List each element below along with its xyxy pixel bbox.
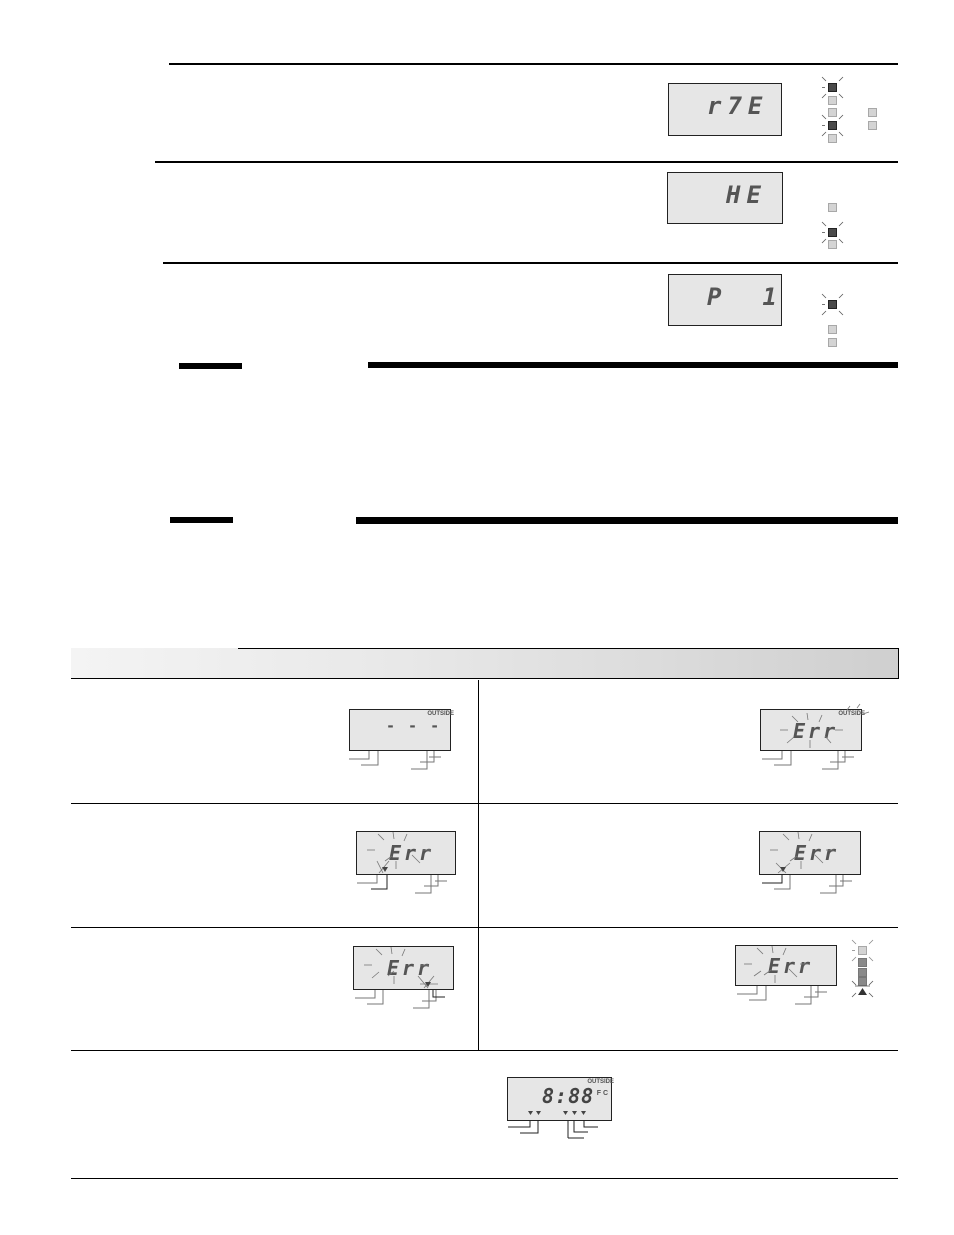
flash-rays-icon [780,703,870,748]
heading-bar-short-2 [170,517,233,523]
flash-rays-icon [821,114,844,137]
table-header-topline [238,648,899,649]
lcd-text: HE [726,181,767,209]
pointer-lines-icon [357,875,447,894]
pointer-lines-icon [355,990,445,1009]
led-indicator [828,240,837,249]
heading-bar-long-1 [368,362,898,368]
lcd-display-row-2: HE [667,172,783,224]
lcd-text: - - - [386,717,442,735]
flash-rays-icon [744,945,808,983]
section-divider-2 [155,161,898,163]
lcd-text: P 1 [707,283,781,311]
table-column-divider [478,680,479,1051]
table-row-divider [71,927,898,928]
flash-rays-icon [364,946,438,989]
lcd-display-cell-1: OUTSIDE - - - [349,709,454,751]
section-divider-3 [163,262,898,264]
section-divider-1 [169,63,898,65]
heading-bar-short-1 [179,363,242,369]
pointer-lines-icon [737,986,827,1005]
led-indicator [828,325,837,334]
heading-bar-long-2 [356,517,898,524]
pointer-lines-icon [349,751,441,770]
pointer-lines-icon [508,1121,598,1139]
lcd-display-row-1: r7E [668,83,782,136]
led-indicator [858,958,867,967]
led-indicator [828,134,837,143]
pointer-lines-icon [762,875,852,894]
table-row-divider [71,1050,898,1051]
pointer-lines-icon [762,751,854,770]
lcd-text: r7E [707,92,769,120]
led-indicator [868,108,877,117]
led-indicator [828,203,837,212]
led-indicator [868,121,877,130]
table-row-divider [71,803,898,804]
flash-rays-icon [821,76,844,99]
lcd-text: 8:88 [542,1084,595,1108]
table-header [71,648,899,679]
led-indicator [828,338,837,347]
led-indicator [828,96,837,105]
lcd-display-row-3: P 1 [668,274,782,326]
units-label: F C [596,1090,608,1097]
flash-rays-icon [821,293,844,316]
flash-rays-icon [770,831,834,874]
flash-arrow-icon [851,980,874,998]
table-bottom-rule [71,1178,898,1179]
indicator-arrows-icon [528,1111,586,1115]
flash-rays-icon [367,831,431,874]
led-indicator [858,968,867,977]
